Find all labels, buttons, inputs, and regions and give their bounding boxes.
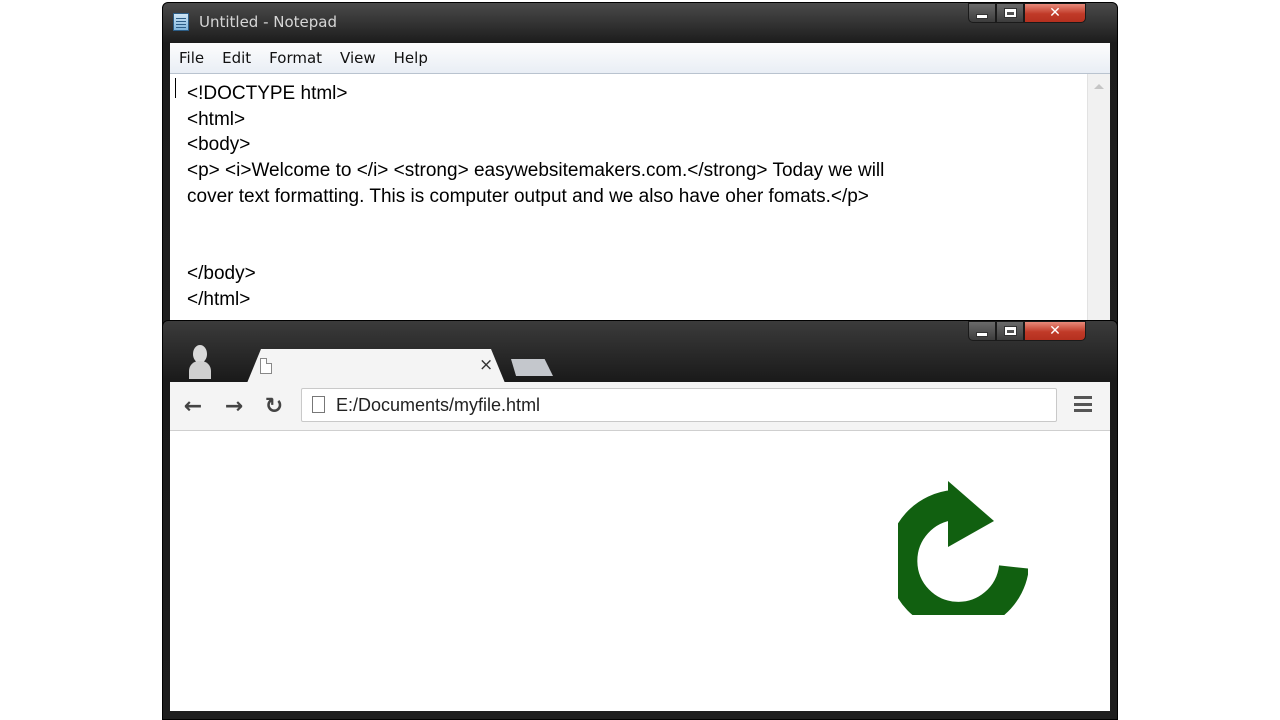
url-text[interactable]: E:/Documents/myfile.html [336,395,540,416]
page-icon [312,396,325,413]
text-caret [175,78,176,98]
address-bar[interactable]: E:/Documents/myfile.html [301,388,1057,422]
vertical-scrollbar[interactable] [1087,74,1110,332]
back-arrow-icon[interactable]: ← [180,393,206,419]
notepad-title: Untitled - Notepad [199,13,338,31]
menu-edit[interactable]: Edit [213,49,260,67]
browser-close-button[interactable]: ✕ [1024,321,1086,341]
menu-file[interactable]: File [170,49,213,67]
browser-minimize-button[interactable] [968,321,996,341]
notepad-menubar: File Edit Format View Help [170,43,1110,74]
notepad-text-area[interactable]: <!DOCTYPE html> <html> <body> <p> <i>Wel… [170,74,1110,332]
browser-window: ✕ × ← → ↻ E:/Documents/myfile.html [162,320,1118,720]
menu-view[interactable]: View [331,49,385,67]
browser-window-controls: ✕ [968,321,1086,343]
page-viewport [170,431,1110,711]
close-button[interactable]: ✕ [1024,3,1086,23]
maximize-icon [1003,8,1017,18]
page-icon [260,358,272,374]
menu-format[interactable]: Format [260,49,331,67]
notepad-app-icon [173,13,189,31]
tab-close-icon[interactable]: × [479,355,493,375]
browser-toolbar: ← → ↻ E:/Documents/myfile.html [170,382,1110,431]
close-icon: ✕ [1049,323,1061,339]
notepad-content[interactable]: <!DOCTYPE html> <html> <body> <p> <i>Wel… [187,81,1077,312]
browser-tab[interactable] [247,349,505,383]
notepad-window-controls: ✕ [968,3,1086,25]
menu-hamburger-icon[interactable] [1074,396,1092,412]
notepad-titlebar[interactable]: Untitled - Notepad ✕ [163,3,1117,39]
browser-maximize-button[interactable] [996,321,1024,341]
notepad-window: Untitled - Notepad ✕ File Edit Format Vi… [162,2,1118,332]
reload-arrow-icon [898,481,1028,615]
reload-icon[interactable]: ↻ [261,393,287,419]
profile-avatar-icon[interactable] [187,345,213,379]
forward-arrow-icon[interactable]: → [221,393,247,419]
minimize-button[interactable] [968,3,996,23]
menu-help[interactable]: Help [385,49,437,67]
scroll-up-arrow-icon[interactable] [1094,84,1104,89]
minimize-icon [976,13,988,19]
minimize-icon [976,331,988,337]
maximize-icon [1003,326,1017,336]
new-tab-button[interactable] [511,359,553,376]
maximize-button[interactable] [996,3,1024,23]
close-icon: ✕ [1049,5,1061,21]
